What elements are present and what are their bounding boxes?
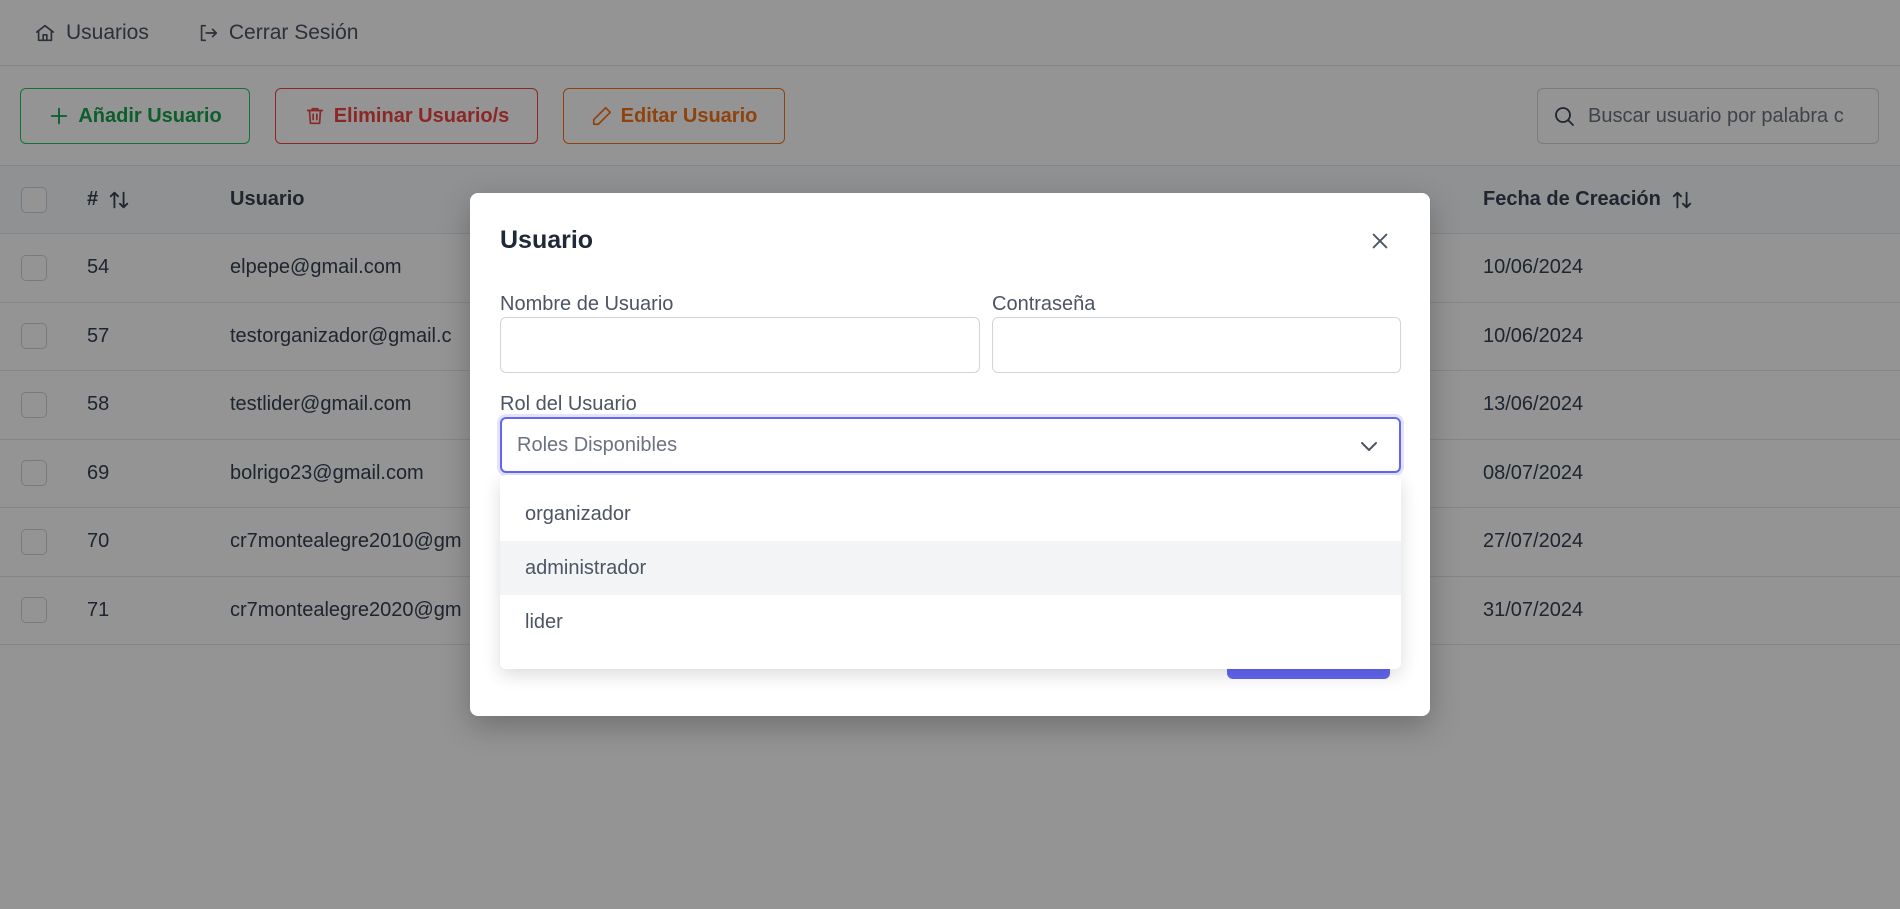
chevron-down-icon bbox=[1361, 442, 1377, 451]
close-button[interactable] bbox=[1366, 227, 1394, 255]
role-option[interactable]: administrador bbox=[500, 541, 1401, 595]
username-input[interactable] bbox=[500, 317, 980, 373]
password-label: Contraseña bbox=[992, 293, 1096, 315]
user-modal: Usuario Nombre de Usuario Contraseña Rol… bbox=[470, 193, 1430, 716]
role-dropdown: organizador administrador lider bbox=[500, 475, 1401, 669]
username-label: Nombre de Usuario bbox=[500, 293, 674, 315]
role-option[interactable]: organizador bbox=[500, 487, 1401, 541]
role-option[interactable]: lider bbox=[500, 595, 1401, 649]
role-select-value: Roles Disponibles bbox=[517, 433, 678, 456]
password-input[interactable] bbox=[992, 317, 1401, 373]
close-icon bbox=[1372, 233, 1388, 249]
role-label: Rol del Usuario bbox=[500, 393, 637, 415]
role-select[interactable]: Roles Disponibles bbox=[500, 417, 1401, 473]
modal-title: Usuario bbox=[500, 226, 594, 254]
